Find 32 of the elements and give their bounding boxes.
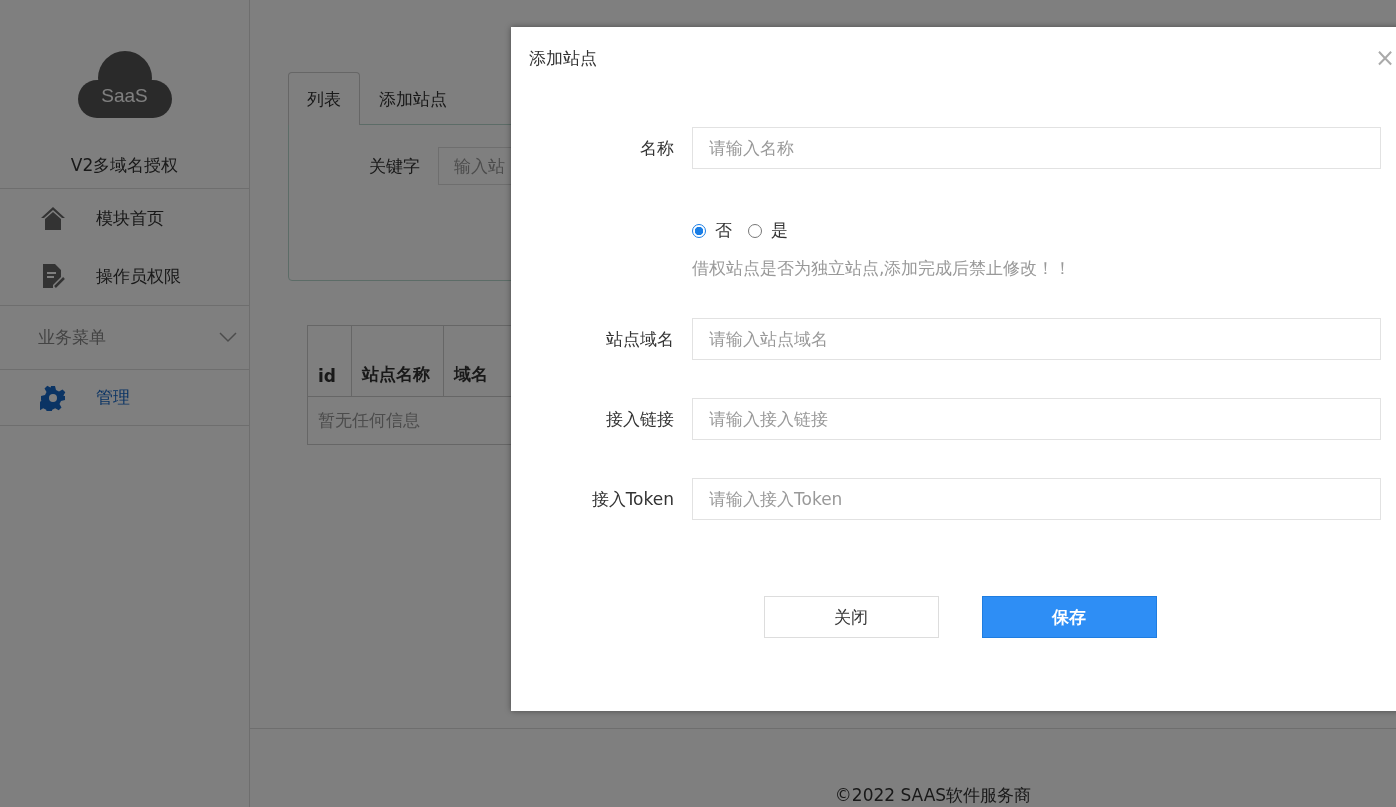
gear-icon (40, 384, 66, 411)
close-dialog-button[interactable]: 关闭 (763, 596, 939, 638)
sidebar-item[interactable]: 模块首页 (0, 189, 249, 247)
search-label: 关键字 (369, 154, 420, 178)
menu-section-header[interactable]: 业务菜单 (0, 306, 249, 370)
save-button[interactable]: 保存 (981, 596, 1157, 638)
sidebar-item[interactable]: 操作员权限 (0, 247, 249, 305)
radio-option[interactable]: 否 (692, 219, 732, 242)
sidebar-item[interactable]: 管理 (0, 370, 249, 425)
field-label: 站点域名 (605, 327, 674, 351)
copyright-text: ©2022 SAAS软件服务商 (834, 784, 1032, 807)
input-field[interactable]: 请输入接入Token (692, 478, 1381, 520)
input-field[interactable]: 请输入名称 (692, 127, 1381, 169)
radio-option[interactable]: 是 (748, 219, 788, 242)
logo-text: SaaS (100, 84, 149, 108)
input-field[interactable]: 请输入站点域名 (692, 318, 1381, 360)
chevron-down-icon (219, 332, 237, 343)
field-label: 接入链接 (605, 407, 674, 431)
document-edit-icon (40, 263, 66, 289)
close-button[interactable]: × (1366, 47, 1396, 69)
dialog-title: 添加站点 (529, 47, 597, 69)
app-title: V2多域名授权 (0, 153, 249, 189)
column-header: id (307, 325, 352, 397)
house-icon (40, 205, 66, 231)
tab[interactable]: 列表 (288, 72, 360, 125)
hint-text: 借权站点是否为独立站点,添加完成后禁止修改！！ (692, 257, 1073, 280)
radio-button[interactable] (692, 223, 706, 238)
field-label: 名称 (639, 136, 674, 160)
field-label: 接入Token (590, 487, 674, 511)
column-header: 站点名称 (351, 325, 444, 397)
input-field[interactable]: 请输入接入链接 (692, 398, 1381, 440)
tab[interactable]: 添加站点 (360, 72, 466, 125)
